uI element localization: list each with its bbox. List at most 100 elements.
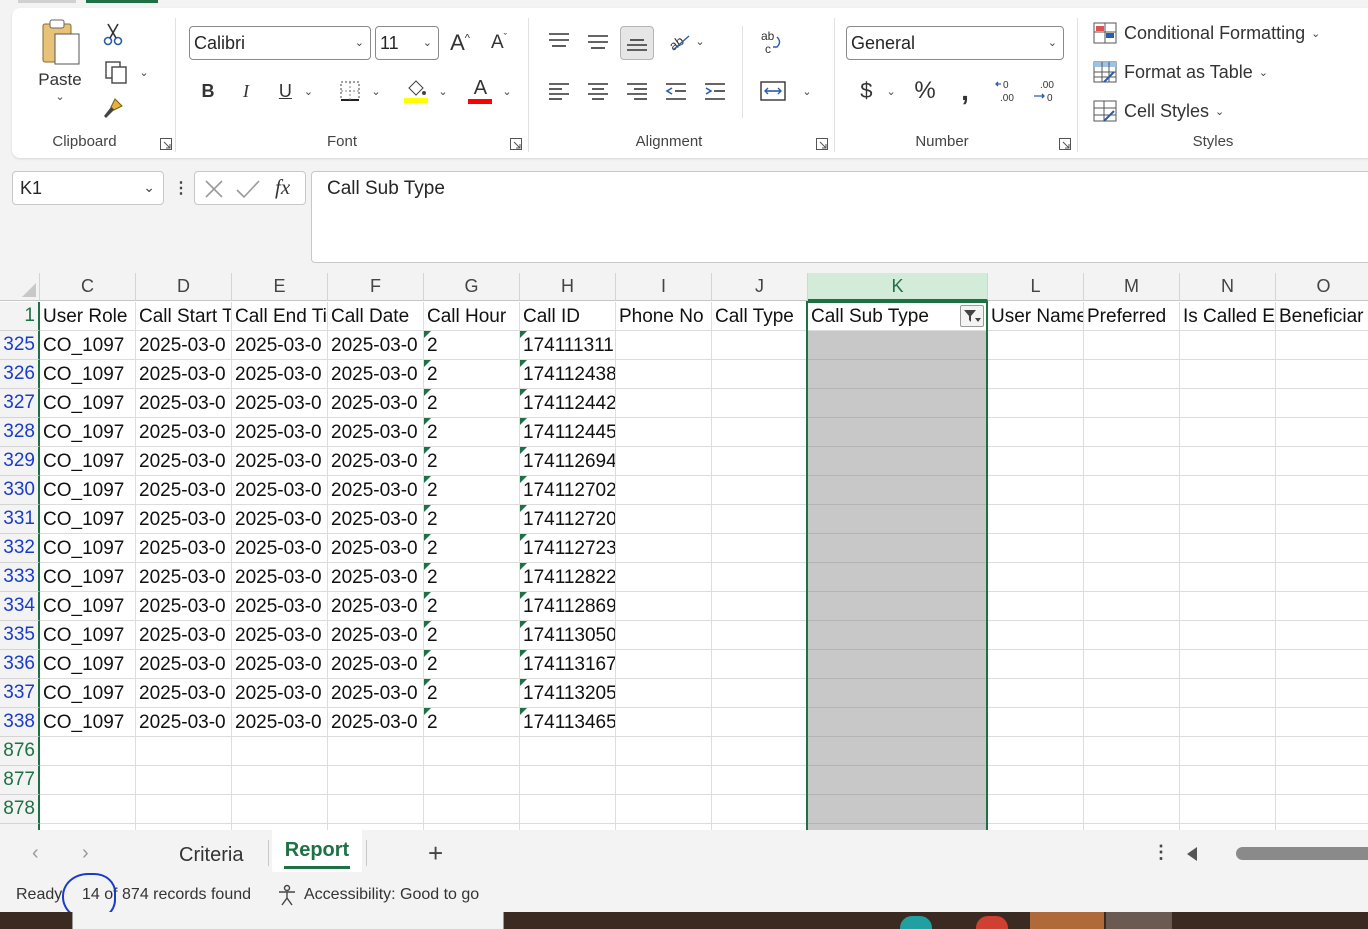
cell[interactable] [616,737,712,766]
column-header-g[interactable]: G [424,273,520,301]
cell[interactable] [988,331,1084,360]
cell[interactable]: 2025-03-0 [328,534,424,563]
column-title-cell[interactable]: Beneficiar [1276,302,1368,331]
cell[interactable]: CO_1097 [40,389,136,418]
cell[interactable]: 2 [424,389,520,418]
cell[interactable] [1180,418,1276,447]
cell[interactable] [1276,331,1368,360]
column-title-cell[interactable]: Call Start T [136,302,232,331]
cell[interactable]: CO_1097 [40,650,136,679]
cell[interactable]: 2025-03-0 [328,621,424,650]
cell[interactable]: 2 [424,360,520,389]
cell[interactable]: 2025-03-0 [232,389,328,418]
cell[interactable]: 174112702 [520,476,616,505]
cell[interactable]: 2025-03-0 [328,563,424,592]
cell[interactable] [988,563,1084,592]
top-align-button[interactable] [544,26,574,56]
cell[interactable]: 2025-03-0 [232,650,328,679]
tab-report[interactable]: Report [272,830,362,872]
accessibility-icon[interactable] [276,884,298,906]
copy-button[interactable]: ⌄ [98,58,154,86]
column-header-j[interactable]: J [712,273,808,301]
cell[interactable]: 2025-03-0 [232,360,328,389]
conditional-formatting-button[interactable]: Conditional Formatting ⌄ [1092,18,1342,48]
column-header-h[interactable]: H [520,273,616,301]
cell[interactable]: 2025-03-0 [232,621,328,650]
cell[interactable] [232,737,328,766]
cell[interactable]: 2025-03-0 [328,447,424,476]
cell[interactable]: 2025-03-0 [328,418,424,447]
cell[interactable] [712,592,808,621]
cell[interactable] [808,795,988,824]
cell[interactable] [1084,650,1180,679]
select-all-corner[interactable] [0,273,40,301]
cell[interactable] [1180,766,1276,795]
cell[interactable] [808,505,988,534]
cell[interactable] [1180,592,1276,621]
tab-criteria[interactable]: Criteria [179,844,243,867]
cell[interactable] [808,708,988,737]
cell[interactable] [712,737,808,766]
taskbar-app-icon[interactable] [976,916,1008,929]
cell[interactable] [808,621,988,650]
cell[interactable] [712,418,808,447]
cell[interactable] [1276,650,1368,679]
cell[interactable] [988,766,1084,795]
row-header[interactable]: 329 [0,447,40,476]
cell[interactable] [232,766,328,795]
column-title-cell[interactable]: Preferred [1084,302,1180,331]
filter-dropdown-button[interactable] [960,305,984,327]
dialog-launcher-icon[interactable] [1059,138,1071,150]
cell[interactable] [988,592,1084,621]
cell[interactable]: 2025-03-0 [232,708,328,737]
decrease-indent-button[interactable] [661,76,691,106]
cell[interactable]: CO_1097 [40,534,136,563]
horizontal-scrollbar-thumb[interactable] [1236,847,1368,860]
fill-color-button[interactable]: ⌄ [400,74,452,108]
cell[interactable] [40,766,136,795]
cell[interactable] [1276,418,1368,447]
cell[interactable]: 2 [424,447,520,476]
cell[interactable] [712,476,808,505]
cell[interactable]: 174112720 [520,505,616,534]
column-header-l[interactable]: L [988,273,1084,301]
column-title-cell[interactable]: User Name [988,302,1084,331]
cell[interactable] [424,766,520,795]
cell[interactable] [808,650,988,679]
cell[interactable] [1084,360,1180,389]
cell[interactable]: 2025-03-0 [136,621,232,650]
row-header[interactable]: 336 [0,650,40,679]
cell[interactable] [1276,505,1368,534]
cell[interactable]: 2025-03-0 [232,447,328,476]
orientation-button[interactable]: ab ⌄ [662,26,710,56]
decrease-decimal-button[interactable]: .00 0 [1030,76,1062,106]
accessibility-status[interactable]: Accessibility: Good to go [304,886,479,904]
cell[interactable] [1180,534,1276,563]
cell[interactable]: 2025-03-0 [232,476,328,505]
cell[interactable]: 174112869 [520,592,616,621]
row-header[interactable]: 338 [0,708,40,737]
cell[interactable]: 2025-03-0 [136,708,232,737]
add-sheet-button[interactable]: + [428,838,443,869]
column-title-cell[interactable]: Call Sub Type [808,302,988,331]
decrease-font-size-button[interactable]: Aˇ [484,28,514,58]
cell[interactable]: 174111311 [520,331,616,360]
cell[interactable]: 2 [424,592,520,621]
cell[interactable] [1180,389,1276,418]
cell[interactable]: 2 [424,534,520,563]
column-header-c[interactable]: C [40,273,136,301]
cell[interactable]: 2025-03-0 [136,650,232,679]
cell[interactable] [1180,331,1276,360]
cell[interactable] [712,621,808,650]
cell[interactable]: 174113205 [520,679,616,708]
cell[interactable]: 2 [424,563,520,592]
cell[interactable] [1084,795,1180,824]
cell[interactable]: 2025-03-0 [136,563,232,592]
formula-input[interactable]: Call Sub Type [311,171,1368,263]
row-header[interactable]: 333 [0,563,40,592]
cell[interactable] [1276,766,1368,795]
cell[interactable]: CO_1097 [40,331,136,360]
cell[interactable]: 2025-03-0 [328,650,424,679]
cell[interactable]: 2 [424,331,520,360]
cell[interactable] [616,679,712,708]
